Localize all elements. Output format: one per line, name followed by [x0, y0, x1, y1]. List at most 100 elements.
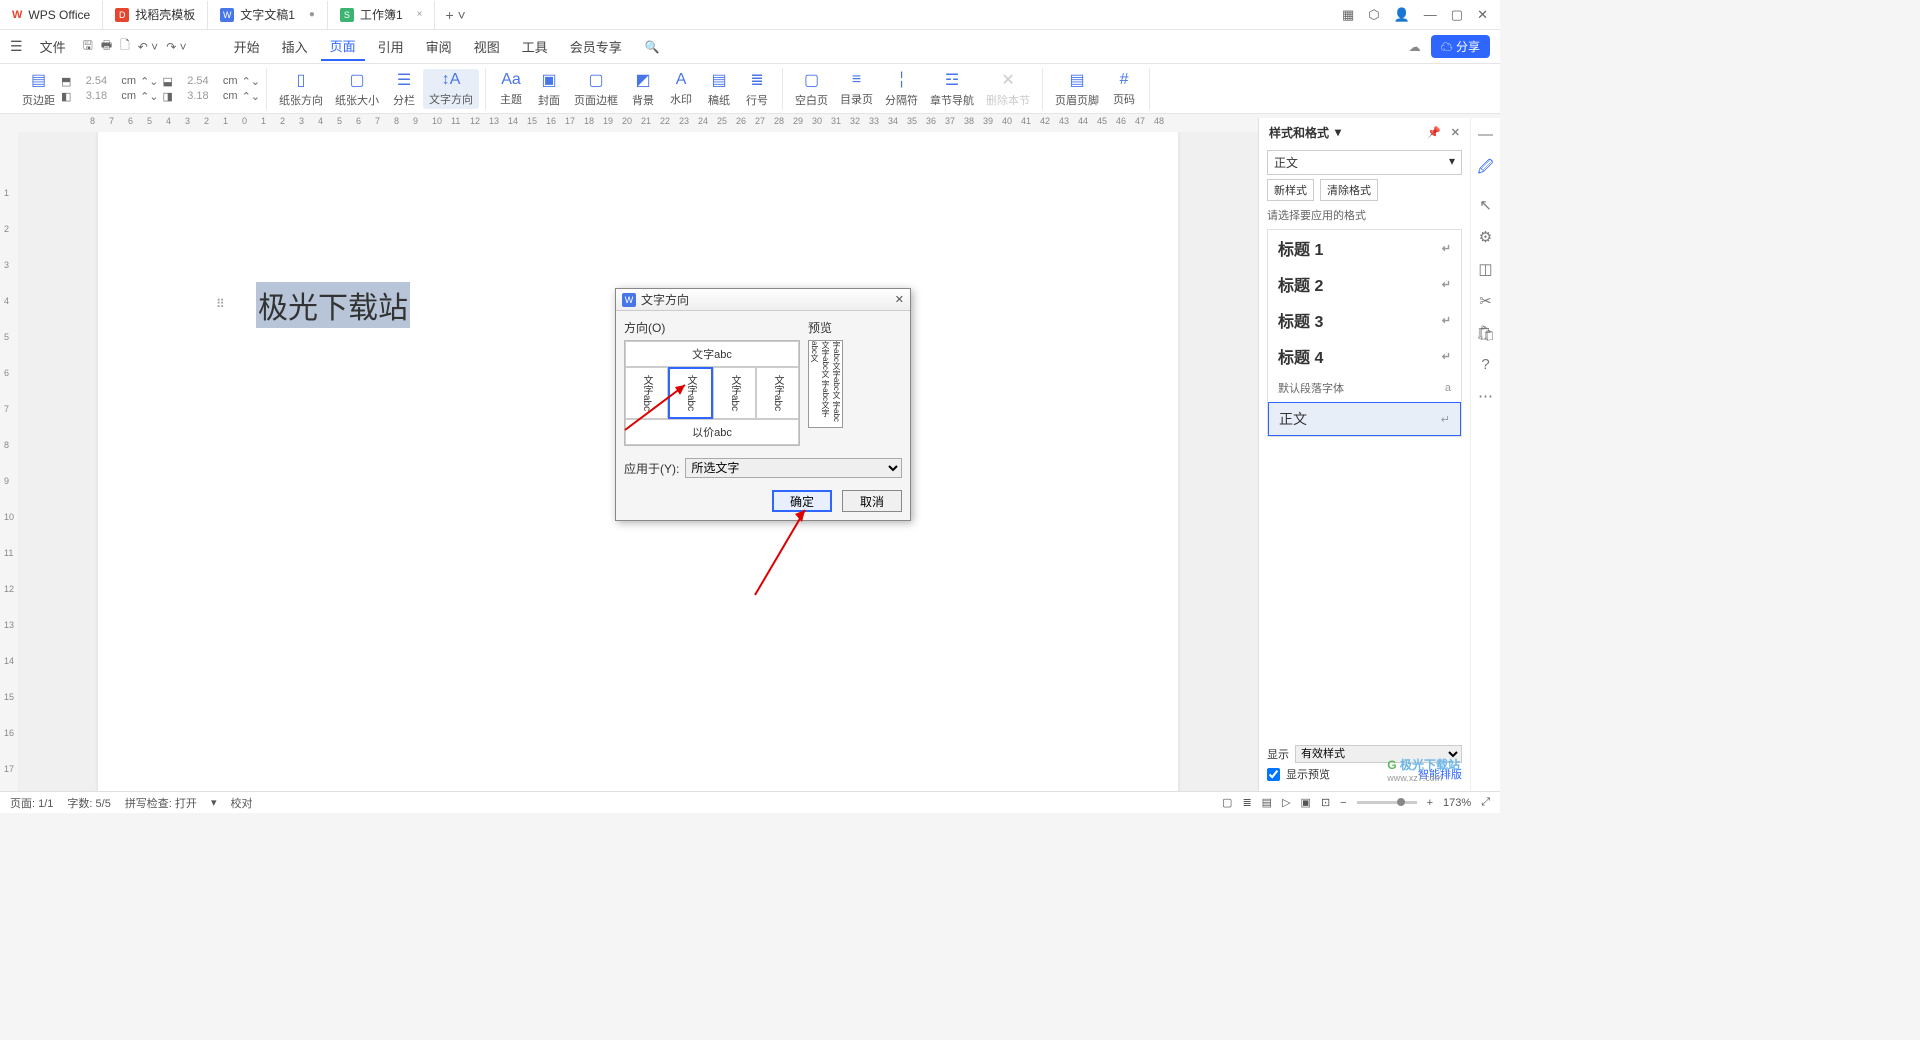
avatar-icon[interactable]: 👤 — [1394, 7, 1410, 23]
collapse-icon[interactable]: — — [1478, 126, 1493, 143]
watermark-button[interactable]: A水印 — [662, 69, 700, 109]
fit-icon[interactable]: ⊡ — [1321, 796, 1330, 809]
tab-document[interactable]: W文字文稿1● — [208, 1, 328, 29]
lineno-button[interactable]: ≣行号 — [738, 68, 776, 110]
menu-review[interactable]: 审阅 — [417, 33, 461, 60]
maximize-icon[interactable]: ▢ — [1451, 7, 1463, 23]
delete-section-button[interactable]: ✕删除本节 — [980, 68, 1036, 110]
view-outline-icon[interactable]: ≣ — [1242, 796, 1251, 809]
dir-bottom[interactable]: 以价abc — [625, 419, 799, 445]
bottom-margin-input[interactable] — [177, 75, 219, 87]
menu-page[interactable]: 页面 — [321, 32, 365, 61]
blank-page-button[interactable]: ▢空白页 — [789, 68, 834, 110]
left-margin-input[interactable] — [75, 90, 117, 102]
new-tab-button[interactable]: + ˅ — [435, 7, 475, 23]
proof-status[interactable]: 校对 — [230, 795, 252, 811]
tab-close-icon[interactable]: ● — [309, 9, 315, 20]
settings-icon[interactable]: ⚙ — [1479, 228, 1492, 246]
ok-button[interactable]: 确定 — [772, 490, 832, 512]
top-margin-input[interactable] — [75, 75, 117, 87]
style-heading1[interactable]: 标题 1↵ — [1268, 230, 1461, 266]
expand-icon[interactable]: ⤢ — [1481, 796, 1490, 809]
file-menu[interactable]: 文件 — [31, 33, 75, 60]
undo-icon[interactable]: ↶ ˅ — [138, 40, 158, 54]
new-style-button[interactable]: 新样式 — [1267, 179, 1314, 201]
zoom-slider[interactable] — [1357, 801, 1417, 804]
view-web-icon[interactable]: ▤ — [1262, 796, 1272, 809]
toc-button[interactable]: ≡目录页 — [834, 69, 879, 109]
app-grid-icon[interactable]: ▦ — [1342, 7, 1354, 23]
theme-button[interactable]: Aa主题 — [492, 69, 530, 109]
cancel-button[interactable]: 取消 — [842, 490, 902, 512]
orientation-button[interactable]: ▯纸张方向 — [273, 68, 329, 110]
close-icon[interactable]: ✕ — [1477, 7, 1488, 23]
dir-opt-1[interactable]: 文字abc — [625, 367, 668, 419]
dir-opt-3[interactable]: 文字abc — [713, 367, 756, 419]
zoom-in-icon[interactable]: + — [1427, 797, 1433, 809]
border-button[interactable]: ▢页面边框 — [568, 68, 624, 110]
edit-icon[interactable]: 🖉 — [1478, 157, 1494, 182]
menu-member[interactable]: 会员专享 — [561, 33, 631, 60]
separator-button[interactable]: ╎分隔符 — [879, 68, 924, 110]
style-default-para[interactable]: 默认段落字体a — [1268, 374, 1461, 402]
view-page-icon[interactable]: ▢ — [1222, 796, 1232, 809]
print-preview-icon[interactable]: 🗋 — [120, 36, 130, 57]
margin-button[interactable]: ▤页边距 — [16, 68, 61, 110]
style-heading2[interactable]: 标题 2↵ — [1268, 266, 1461, 302]
selected-text[interactable]: 极光下载站 — [256, 282, 410, 328]
view-read-icon[interactable]: ▷ — [1282, 796, 1290, 809]
dir-opt-2-selected[interactable]: 文字abc — [668, 367, 713, 419]
app-tab[interactable]: WWPS Office — [0, 1, 103, 29]
cover-button[interactable]: ▣封面 — [530, 68, 568, 110]
view-print-icon[interactable]: ▣ — [1301, 796, 1311, 809]
help-icon[interactable]: ? — [1481, 356, 1489, 373]
cloud-icon[interactable]: ☁ — [1409, 40, 1421, 54]
zoom-value[interactable]: 173% — [1443, 797, 1471, 809]
menu-ref[interactable]: 引用 — [369, 33, 413, 60]
page-status[interactable]: 页面: 1/1 — [10, 795, 53, 811]
header-footer-button[interactable]: ▤页眉页脚 — [1049, 68, 1105, 110]
more-icon[interactable]: ⋯ — [1478, 387, 1493, 405]
menu-view[interactable]: 视图 — [465, 33, 509, 60]
redo-icon[interactable]: ↷ ˅ — [166, 40, 186, 54]
pin-icon[interactable]: 📌 — [1427, 126, 1441, 139]
panel-close-icon[interactable]: ✕ — [1451, 126, 1460, 139]
bag-icon[interactable]: 🛍 — [1476, 324, 1495, 342]
preview-checkbox[interactable] — [1267, 768, 1280, 781]
drag-handle-icon[interactable]: ⠿ — [216, 297, 225, 311]
vertical-ruler[interactable]: 1234567891011121314151617 — [0, 132, 18, 791]
current-style-select[interactable]: 正文▾ — [1267, 150, 1462, 175]
size-button[interactable]: ▢纸张大小 — [329, 68, 385, 110]
tab-workbook[interactable]: S工作簿1× — [328, 1, 436, 29]
pageno-button[interactable]: #页码 — [1105, 69, 1143, 109]
clear-format-button[interactable]: 清除格式 — [1320, 179, 1378, 201]
columns-button[interactable]: ☰分栏 — [385, 68, 423, 110]
save-icon[interactable]: 🖫 — [83, 36, 93, 57]
tab-template[interactable]: D找稻壳模板 — [103, 1, 208, 29]
dir-horizontal[interactable]: 文字abc — [625, 341, 799, 367]
print-icon[interactable]: 🖶 — [101, 36, 112, 57]
menu-tools[interactable]: 工具 — [513, 33, 557, 60]
share-button[interactable]: ☁ 分享 — [1431, 35, 1490, 58]
text-direction-button[interactable]: ↕A文字方向 — [423, 69, 479, 109]
search-icon[interactable]: 🔍 — [645, 40, 660, 54]
word-count[interactable]: 字数: 5/5 — [67, 795, 110, 811]
minimize-icon[interactable]: — — [1424, 7, 1437, 23]
paper-button[interactable]: ▤稿纸 — [700, 68, 738, 110]
dialog-close-icon[interactable]: ✕ — [895, 293, 904, 306]
style-heading4[interactable]: 标题 4↵ — [1268, 338, 1461, 374]
layers-icon[interactable]: ◫ — [1478, 260, 1492, 278]
background-button[interactable]: ◩背景 — [624, 68, 662, 110]
chapter-nav-button[interactable]: ☲章节导航 — [924, 68, 980, 110]
style-heading3[interactable]: 标题 3↵ — [1268, 302, 1461, 338]
tab-close-icon[interactable]: × — [417, 9, 423, 20]
tools-icon[interactable]: ✂ — [1479, 292, 1492, 310]
style-body-selected[interactable]: 正文↵ — [1268, 402, 1461, 436]
menu-start[interactable]: 开始 — [225, 33, 269, 60]
menu-insert[interactable]: 插入 — [273, 33, 317, 60]
zoom-out-icon[interactable]: − — [1340, 797, 1346, 809]
spell-check-status[interactable]: 拼写检查: 打开 — [125, 795, 197, 811]
cube-icon[interactable]: ⬡ — [1368, 7, 1379, 23]
apply-select[interactable]: 所选文字 — [685, 458, 902, 478]
cursor-icon[interactable]: ↖ — [1479, 196, 1492, 214]
